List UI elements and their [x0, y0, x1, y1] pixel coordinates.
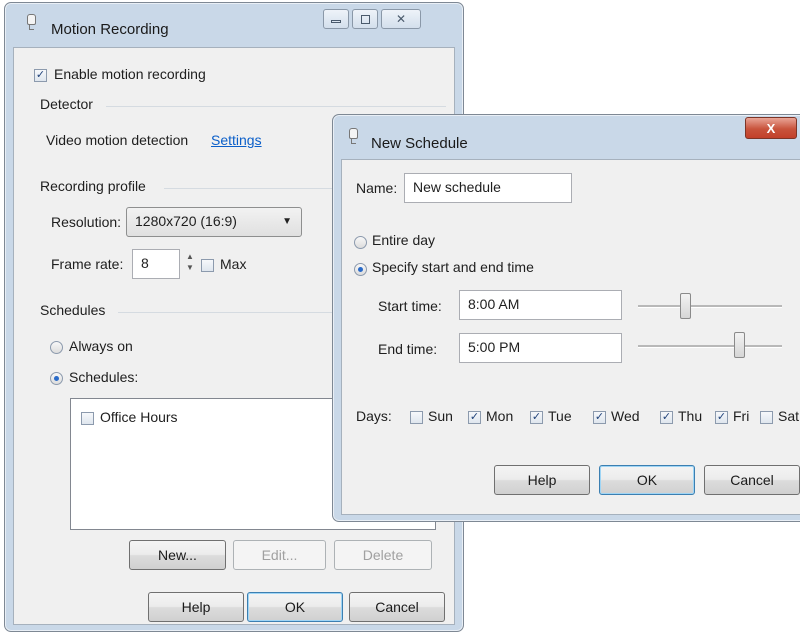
detector-heading: Detector	[40, 96, 93, 112]
frame-rate-label: Frame rate:	[51, 256, 124, 272]
end-time-label: End time:	[378, 341, 438, 357]
camera-icon	[347, 127, 359, 144]
day-tue-label: Tue	[548, 408, 572, 424]
specify-time-radio[interactable]	[354, 263, 367, 276]
day-fri-label: Fri	[733, 408, 750, 424]
dialog-client-area: Name: New schedule Entire day Specify st…	[341, 159, 800, 515]
close-icon: X	[766, 120, 776, 136]
new-schedule-button[interactable]: New...	[129, 540, 226, 570]
minimize-button[interactable]	[323, 9, 349, 29]
day-fri-checkbox[interactable]: ✓	[715, 411, 728, 424]
frame-rate-value: 8	[141, 255, 149, 271]
settings-link[interactable]: Settings	[211, 132, 262, 148]
dialog-title: New Schedule	[371, 135, 468, 152]
schedules-heading: Schedules	[40, 302, 106, 318]
day-mon-checkbox[interactable]: ✓	[468, 411, 481, 424]
always-on-label: Always on	[69, 338, 133, 354]
specify-time-label: Specify start and end time	[372, 259, 534, 275]
end-time-field[interactable]: 5:00 PM	[459, 333, 622, 363]
end-time-slider-thumb[interactable]	[734, 332, 746, 358]
entire-day-label: Entire day	[372, 232, 436, 248]
always-on-radio[interactable]	[50, 341, 63, 354]
cancel-button[interactable]: Cancel	[349, 592, 445, 622]
detector-divider	[106, 106, 446, 107]
end-time-value: 5:00 PM	[468, 339, 521, 355]
office-hours-checkbox[interactable]	[81, 412, 94, 425]
video-motion-detection-text: Video motion detection	[46, 132, 189, 148]
enable-motion-recording-checkbox[interactable]: ✓	[34, 69, 47, 82]
resolution-value: 1280x720 (16:9)	[135, 213, 237, 229]
start-time-label: Start time:	[378, 298, 442, 314]
ok-button[interactable]: OK	[247, 592, 343, 622]
frame-rate-field[interactable]: 8	[132, 249, 180, 279]
edit-schedule-button[interactable]: Edit...	[233, 540, 326, 570]
window-title: Motion Recording	[51, 21, 169, 38]
start-time-value: 8:00 AM	[468, 296, 520, 312]
day-sat-label: Sat	[778, 408, 800, 424]
dialog-title-bar[interactable]: New Schedule X	[333, 115, 800, 152]
camera-icon	[25, 13, 37, 30]
frame-rate-spinner[interactable]: ▲ ▼	[183, 251, 197, 277]
schedule-name-field[interactable]: New schedule	[404, 173, 572, 203]
new-schedule-dialog: New Schedule X Name: New schedule Entire…	[332, 114, 800, 522]
day-wed-label: Wed	[611, 408, 640, 424]
day-tue-checkbox[interactable]: ✓	[530, 411, 543, 424]
dialog-help-button[interactable]: Help	[494, 465, 590, 495]
max-label: Max	[220, 256, 247, 272]
minimize-icon	[331, 20, 341, 23]
day-wed-checkbox[interactable]: ✓	[593, 411, 606, 424]
end-time-slider-track[interactable]	[638, 345, 782, 348]
schedules-radio[interactable]	[50, 372, 63, 385]
day-sun-checkbox[interactable]	[410, 411, 423, 424]
day-mon-label: Mon	[486, 408, 514, 424]
schedules-label: Schedules:	[69, 369, 139, 385]
dialog-cancel-button[interactable]: Cancel	[704, 465, 800, 495]
schedule-name-value: New schedule	[413, 179, 501, 195]
title-bar[interactable]: Motion Recording ✕	[5, 3, 463, 39]
recording-profile-heading: Recording profile	[40, 178, 146, 194]
start-time-slider-thumb[interactable]	[680, 293, 692, 319]
maximize-icon	[360, 14, 370, 24]
day-thu-checkbox[interactable]: ✓	[660, 411, 673, 424]
spin-down-icon[interactable]: ▼	[183, 262, 197, 273]
maximize-button[interactable]	[352, 9, 378, 29]
spin-up-icon[interactable]: ▲	[183, 251, 197, 262]
chevron-down-icon: ▼	[282, 216, 292, 227]
start-time-slider-track[interactable]	[638, 305, 782, 308]
entire-day-radio[interactable]	[354, 236, 367, 249]
days-label: Days:	[356, 408, 392, 424]
close-icon: ✕	[395, 12, 407, 26]
office-hours-label: Office Hours	[100, 409, 178, 425]
name-label: Name:	[356, 180, 398, 196]
max-checkbox[interactable]	[201, 259, 214, 272]
list-item[interactable]: Office Hours	[81, 409, 281, 427]
close-button[interactable]: ✕	[381, 9, 421, 29]
dialog-close-button[interactable]: X	[745, 117, 797, 139]
day-sun-label: Sun	[428, 408, 453, 424]
resolution-dropdown[interactable]: 1280x720 (16:9) ▼	[126, 207, 302, 237]
start-time-field[interactable]: 8:00 AM	[459, 290, 622, 320]
resolution-label: Resolution:	[51, 214, 122, 230]
delete-schedule-button[interactable]: Delete	[334, 540, 432, 570]
enable-motion-recording-label: Enable motion recording	[54, 66, 206, 82]
day-thu-label: Thu	[678, 408, 703, 424]
help-button[interactable]: Help	[148, 592, 244, 622]
day-sat-checkbox[interactable]	[760, 411, 773, 424]
dialog-ok-button[interactable]: OK	[599, 465, 695, 495]
